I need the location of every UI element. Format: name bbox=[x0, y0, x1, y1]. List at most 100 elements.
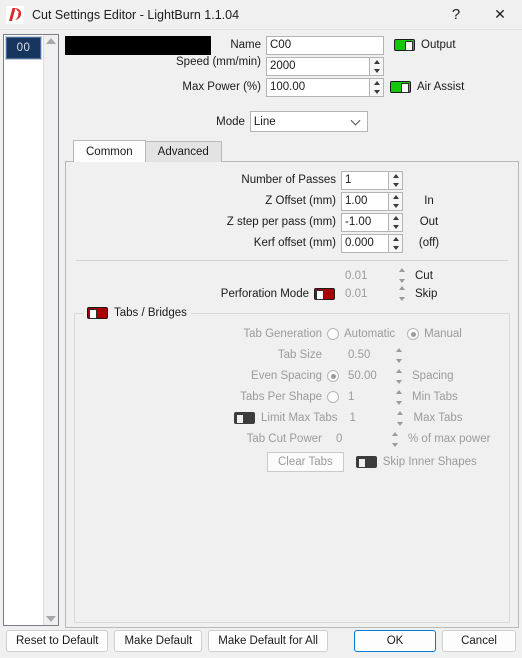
skip-inner-shapes-label: Skip Inner Shapes bbox=[382, 456, 477, 468]
perforation-skip-input[interactable]: 0.01 bbox=[341, 284, 389, 303]
z-step-label: Z step per pass (mm) bbox=[226, 216, 336, 228]
perforation-skip-suffix: Skip bbox=[415, 287, 438, 300]
kerf-offset-stepper[interactable] bbox=[389, 233, 403, 253]
tab-cut-power-suffix: % of max power bbox=[408, 433, 491, 445]
mode-select-value: Line bbox=[253, 115, 276, 128]
skip-inner-shapes-toggle[interactable] bbox=[355, 456, 377, 468]
cut-settings-editor-dialog: Cut Settings Editor - LightBurn 1.1.04 ?… bbox=[0, 0, 522, 658]
z-step-input[interactable]: -1.00 bbox=[341, 212, 389, 232]
help-button[interactable]: ? bbox=[434, 0, 478, 30]
even-spacing-stepper[interactable] bbox=[392, 367, 406, 386]
tab-generation-label: Tab Generation bbox=[243, 328, 322, 340]
name-row: Name C00 Output bbox=[65, 35, 519, 55]
number-of-passes-input[interactable]: 1 bbox=[341, 170, 389, 190]
tabs-per-shape-input[interactable]: 1 bbox=[344, 387, 388, 407]
layer-list-panel: 00 bbox=[3, 34, 59, 626]
tabs-per-shape-radio[interactable] bbox=[327, 391, 339, 403]
tab-cut-power-label: Tab Cut Power bbox=[246, 433, 322, 445]
even-spacing-radio[interactable] bbox=[327, 370, 339, 382]
kerf-offset-row: Kerf offset (mm) 0.000 (off) bbox=[74, 233, 510, 253]
kerf-offset-input[interactable]: 0.000 bbox=[341, 233, 389, 253]
tab-generation-manual-label: Manual bbox=[424, 328, 462, 340]
perforation-cut-input[interactable]: 0.01 bbox=[341, 266, 389, 285]
close-button[interactable]: ✕ bbox=[478, 0, 522, 30]
number-of-passes-row: Number of Passes 1 bbox=[74, 170, 510, 190]
mode-row: Mode Line bbox=[65, 111, 519, 132]
max-power-stepper[interactable] bbox=[370, 77, 384, 97]
perforation-cut-stepper[interactable] bbox=[395, 266, 409, 285]
clear-tabs-button[interactable]: Clear Tabs bbox=[267, 452, 344, 472]
z-offset-label: Z Offset (mm) bbox=[265, 195, 336, 207]
make-default-for-all-button[interactable]: Make Default for All bbox=[208, 630, 328, 652]
output-toggle[interactable] bbox=[394, 39, 415, 51]
tab-generation-automatic-radio[interactable] bbox=[327, 328, 339, 340]
perforation-skip-row: Perforation Mode 0.01 Skip bbox=[74, 284, 510, 303]
z-offset-stepper[interactable] bbox=[389, 191, 403, 211]
limit-max-tabs-stepper[interactable] bbox=[393, 409, 407, 428]
scroll-up-arrow-icon[interactable] bbox=[46, 38, 56, 44]
speed-stepper[interactable] bbox=[370, 56, 384, 76]
air-assist-toggle[interactable] bbox=[390, 81, 411, 93]
settings-panel: Name C00 Output 2000 Speed (mm/min) Max … bbox=[59, 32, 522, 628]
cancel-button[interactable]: Cancel bbox=[442, 630, 516, 652]
limit-max-tabs-label: Limit Max Tabs bbox=[261, 412, 338, 424]
tabs-per-shape-stepper[interactable] bbox=[392, 388, 406, 407]
z-step-stepper[interactable] bbox=[389, 212, 403, 232]
perforation-cut-suffix: Cut bbox=[415, 269, 433, 282]
tabs-bridges-toggle[interactable] bbox=[87, 307, 108, 319]
speed-input[interactable]: 2000 bbox=[266, 56, 370, 76]
reset-to-default-button[interactable]: Reset to Default bbox=[6, 630, 109, 652]
ok-button[interactable]: OK bbox=[354, 630, 436, 652]
window-title: Cut Settings Editor - LightBurn 1.1.04 bbox=[32, 7, 240, 22]
chevron-down-icon bbox=[350, 115, 361, 126]
even-spacing-suffix: Spacing bbox=[412, 370, 454, 382]
tab-common[interactable]: Common bbox=[73, 140, 146, 162]
tabs-per-shape-suffix: Min Tabs bbox=[412, 391, 458, 403]
layer-list-item-00[interactable]: 00 bbox=[5, 36, 42, 60]
z-offset-row: Z Offset (mm) 1.00 In bbox=[74, 191, 510, 211]
layer-list[interactable]: 00 bbox=[4, 35, 43, 625]
tab-size-label: Tab Size bbox=[277, 349, 322, 361]
tab-cut-power-row: Tab Cut Power 0 % of max power bbox=[81, 429, 503, 449]
clear-tabs-row: Clear Tabs Skip Inner Shapes bbox=[81, 450, 503, 474]
limit-max-tabs-input[interactable]: 1 bbox=[345, 408, 390, 428]
tab-generation-manual-radio[interactable] bbox=[407, 328, 420, 340]
tab-size-stepper[interactable] bbox=[392, 346, 406, 365]
max-power-input[interactable]: 100.00 bbox=[266, 77, 370, 97]
layer-list-inner: 00 bbox=[4, 35, 58, 625]
limit-max-tabs-row: Limit Max Tabs 1 Max Tabs bbox=[81, 408, 503, 428]
tabs-bridges-title: Tabs / Bridges bbox=[114, 307, 187, 319]
even-spacing-input[interactable]: 50.00 bbox=[344, 366, 388, 386]
tabs-per-shape-label: Tabs Per Shape bbox=[240, 391, 322, 403]
perforation-mode-toggle[interactable] bbox=[314, 287, 335, 300]
common-divider bbox=[76, 260, 508, 261]
tab-cut-power-input[interactable]: 0 bbox=[332, 429, 388, 449]
lightburn-logo-icon bbox=[0, 0, 30, 30]
name-label: Name bbox=[230, 39, 261, 51]
dialog-body: 00 Name C00 Output 2000 Speed (mm/min) M… bbox=[0, 30, 522, 628]
z-offset-input[interactable]: 1.00 bbox=[341, 191, 389, 211]
title-bar: Cut Settings Editor - LightBurn 1.1.04 ?… bbox=[0, 0, 522, 30]
kerf-offset-suffix: (off) bbox=[418, 237, 440, 249]
make-default-button[interactable]: Make Default bbox=[114, 630, 203, 652]
scroll-down-arrow-icon[interactable] bbox=[46, 616, 56, 622]
perforation-skip-stepper[interactable] bbox=[395, 284, 409, 303]
name-input[interactable]: C00 bbox=[266, 35, 384, 55]
number-of-passes-stepper[interactable] bbox=[389, 170, 403, 190]
even-spacing-row: Even Spacing 50.00 Spacing bbox=[81, 366, 503, 386]
mode-select[interactable]: Line bbox=[249, 111, 368, 132]
tab-cut-power-stepper[interactable] bbox=[388, 430, 402, 449]
z-step-suffix: Out bbox=[419, 216, 439, 228]
number-of-passes-label: Number of Passes bbox=[241, 174, 336, 186]
tab-advanced[interactable]: Advanced bbox=[144, 141, 222, 162]
perforation-cut-row: 0.01 Cut bbox=[74, 266, 510, 285]
tab-size-row: Tab Size 0.50 bbox=[81, 345, 503, 365]
z-step-row: Z step per pass (mm) -1.00 Out bbox=[74, 212, 510, 232]
limit-max-tabs-toggle[interactable] bbox=[234, 412, 255, 424]
perforation-mode-label: Perforation Mode bbox=[220, 287, 309, 300]
tabs-per-shape-row: Tabs Per Shape 1 Min Tabs bbox=[81, 387, 503, 407]
layer-color-swatch[interactable] bbox=[65, 35, 211, 55]
tab-size-input[interactable]: 0.50 bbox=[344, 345, 388, 365]
layer-list-scrollbar[interactable] bbox=[43, 35, 58, 625]
even-spacing-label: Even Spacing bbox=[251, 370, 322, 382]
